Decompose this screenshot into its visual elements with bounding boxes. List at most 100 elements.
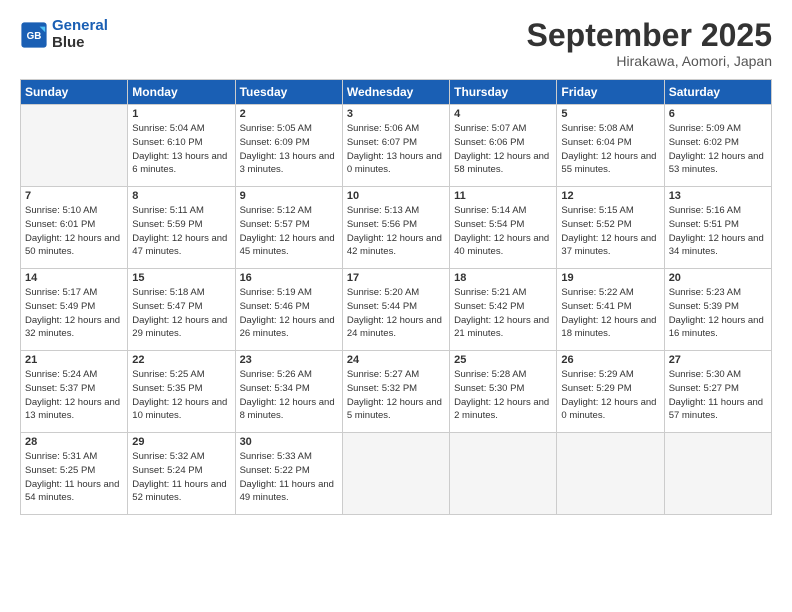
day-cell: 22 Sunrise: 5:25 AMSunset: 5:35 PMDayligh… (128, 351, 235, 433)
day-number: 19 (561, 272, 659, 284)
day-number: 27 (669, 354, 767, 366)
day-cell: 23Sunrise: 5:26 AMSunset: 5:34 PMDayligh… (235, 351, 342, 433)
logo-text: General Blue (52, 18, 108, 51)
day-number: 17 (347, 272, 445, 284)
col-monday: Monday (128, 80, 235, 105)
day-info: Sunrise: 5:04 AMSunset: 6:10 PMDaylight:… (132, 122, 230, 177)
svg-text:GB: GB (27, 31, 42, 42)
logo-icon: GB (20, 21, 48, 49)
day-cell (342, 433, 449, 515)
calendar-page: GB General Blue September 2025 Hirakawa,… (0, 0, 792, 612)
day-cell: 30 Sunrise: 5:33 AMSunset: 5:22 PMDayligh… (235, 433, 342, 515)
day-cell: 24 Sunrise: 5:27 AMSunset: 5:32 PMDayligh… (342, 351, 449, 433)
day-cell: 13 Sunrise: 5:16 AMSunset: 5:51 PMDayligh… (664, 187, 771, 269)
day-cell: 7 Sunrise: 5:10 AMSunset: 6:01 PMDaylight… (21, 187, 128, 269)
day-number: 30 (240, 436, 338, 448)
day-cell: 20 Sunrise: 5:23 AMSunset: 5:39 PMDayligh… (664, 269, 771, 351)
day-number: 7 (25, 190, 123, 202)
day-cell: 29 Sunrise: 5:32 AMSunset: 5:24 PMDayligh… (128, 433, 235, 515)
day-cell: 6Sunrise: 5:09 AMSunset: 6:02 PMDaylight… (664, 105, 771, 187)
col-tuesday: Tuesday (235, 80, 342, 105)
calendar-table: Sunday Monday Tuesday Wednesday Thursday… (20, 79, 772, 515)
day-cell: 8 Sunrise: 5:11 AMSunset: 5:59 PMDaylight… (128, 187, 235, 269)
day-info: Sunrise: 5:06 AMSunset: 6:07 PMDaylight:… (347, 122, 445, 177)
day-info: Sunrise: 5:14 AMSunset: 5:54 PMDaylight:… (454, 204, 552, 259)
day-info: Sunrise: 5:31 AMSunset: 5:25 PMDaylight:… (25, 450, 123, 505)
day-number: 10 (347, 190, 445, 202)
day-number: 28 (25, 436, 123, 448)
day-info: Sunrise: 5:32 AMSunset: 5:24 PMDaylight:… (132, 450, 230, 505)
logo: GB General Blue (20, 18, 108, 51)
day-cell: 1 Sunrise: 5:04 AMSunset: 6:10 PMDaylight… (128, 105, 235, 187)
day-info: Sunrise: 5:16 AMSunset: 5:51 PMDaylight:… (669, 204, 767, 259)
day-number: 1 (132, 108, 230, 120)
col-friday: Friday (557, 80, 664, 105)
logo-general: General (52, 17, 108, 34)
day-cell: 28 Sunrise: 5:31 AMSunset: 5:25 PMDayligh… (21, 433, 128, 515)
col-sunday: Sunday (21, 80, 128, 105)
day-number: 18 (454, 272, 552, 284)
day-info: Sunrise: 5:29 AMSunset: 5:29 PMDaylight:… (561, 368, 659, 423)
day-cell (557, 433, 664, 515)
day-number: 14 (25, 272, 123, 284)
col-wednesday: Wednesday (342, 80, 449, 105)
day-number: 8 (132, 190, 230, 202)
day-info: Sunrise: 5:27 AMSunset: 5:32 PMDaylight:… (347, 368, 445, 423)
day-number: 3 (347, 108, 445, 120)
day-cell: 17 Sunrise: 5:20 AMSunset: 5:44 PMDayligh… (342, 269, 449, 351)
day-number: 16 (240, 272, 338, 284)
day-number: 11 (454, 190, 552, 202)
day-info: Sunrise: 5:13 AMSunset: 5:56 PMDaylight:… (347, 204, 445, 259)
day-number: 15 (132, 272, 230, 284)
day-cell (664, 433, 771, 515)
day-cell (21, 105, 128, 187)
week-row-3: 14Sunrise: 5:17 AMSunset: 5:49 PMDayligh… (21, 269, 772, 351)
day-info: Sunrise: 5:12 AMSunset: 5:57 PMDaylight:… (240, 204, 338, 259)
logo-blue: Blue (52, 34, 85, 51)
day-number: 2 (240, 108, 338, 120)
day-number: 25 (454, 354, 552, 366)
week-row-4: 21Sunrise: 5:24 AMSunset: 5:37 PMDayligh… (21, 351, 772, 433)
day-info: Sunrise: 5:23 AMSunset: 5:39 PMDaylight:… (669, 286, 767, 341)
day-cell: 12Sunrise: 5:15 AMSunset: 5:52 PMDayligh… (557, 187, 664, 269)
day-cell: 10 Sunrise: 5:13 AMSunset: 5:56 PMDayligh… (342, 187, 449, 269)
day-info: Sunrise: 5:18 AMSunset: 5:47 PMDaylight:… (132, 286, 230, 341)
day-number: 5 (561, 108, 659, 120)
day-number: 23 (240, 354, 338, 366)
day-cell: 18Sunrise: 5:21 AMSunset: 5:42 PMDayligh… (450, 269, 557, 351)
header: GB General Blue September 2025 Hirakawa,… (20, 18, 772, 69)
day-number: 9 (240, 190, 338, 202)
week-row-1: 1 Sunrise: 5:04 AMSunset: 6:10 PMDaylight… (21, 105, 772, 187)
day-cell (450, 433, 557, 515)
day-info: Sunrise: 5:30 AMSunset: 5:27 PMDaylight:… (669, 368, 767, 423)
day-number: 6 (669, 108, 767, 120)
day-info: Sunrise: 5:20 AMSunset: 5:44 PMDaylight:… (347, 286, 445, 341)
day-info: Sunrise: 5:10 AMSunset: 6:01 PMDaylight:… (25, 204, 123, 259)
calendar-body: 1 Sunrise: 5:04 AMSunset: 6:10 PMDaylight… (21, 105, 772, 515)
day-cell: 16Sunrise: 5:19 AMSunset: 5:46 PMDayligh… (235, 269, 342, 351)
day-cell: 4Sunrise: 5:07 AMSunset: 6:06 PMDaylight… (450, 105, 557, 187)
day-info: Sunrise: 5:24 AMSunset: 5:37 PMDaylight:… (25, 368, 123, 423)
day-number: 22 (132, 354, 230, 366)
day-info: Sunrise: 5:25 AMSunset: 5:35 PMDaylight:… (132, 368, 230, 423)
day-cell: 3 Sunrise: 5:06 AMSunset: 6:07 PMDaylight… (342, 105, 449, 187)
day-cell: 2Sunrise: 5:05 AMSunset: 6:09 PMDaylight… (235, 105, 342, 187)
day-cell: 26Sunrise: 5:29 AMSunset: 5:29 PMDayligh… (557, 351, 664, 433)
location: Hirakawa, Aomori, Japan (527, 53, 772, 69)
day-number: 13 (669, 190, 767, 202)
day-cell: 14Sunrise: 5:17 AMSunset: 5:49 PMDayligh… (21, 269, 128, 351)
day-number: 24 (347, 354, 445, 366)
day-number: 29 (132, 436, 230, 448)
day-info: Sunrise: 5:28 AMSunset: 5:30 PMDaylight:… (454, 368, 552, 423)
month-title: September 2025 (527, 18, 772, 53)
title-block: September 2025 Hirakawa, Aomori, Japan (527, 18, 772, 69)
header-row: Sunday Monday Tuesday Wednesday Thursday… (21, 80, 772, 105)
day-cell: 21Sunrise: 5:24 AMSunset: 5:37 PMDayligh… (21, 351, 128, 433)
day-number: 20 (669, 272, 767, 284)
day-info: Sunrise: 5:33 AMSunset: 5:22 PMDaylight:… (240, 450, 338, 505)
day-number: 4 (454, 108, 552, 120)
week-row-5: 28 Sunrise: 5:31 AMSunset: 5:25 PMDayligh… (21, 433, 772, 515)
day-cell: 15 Sunrise: 5:18 AMSunset: 5:47 PMDayligh… (128, 269, 235, 351)
day-info: Sunrise: 5:11 AMSunset: 5:59 PMDaylight:… (132, 204, 230, 259)
day-info: Sunrise: 5:22 AMSunset: 5:41 PMDaylight:… (561, 286, 659, 341)
